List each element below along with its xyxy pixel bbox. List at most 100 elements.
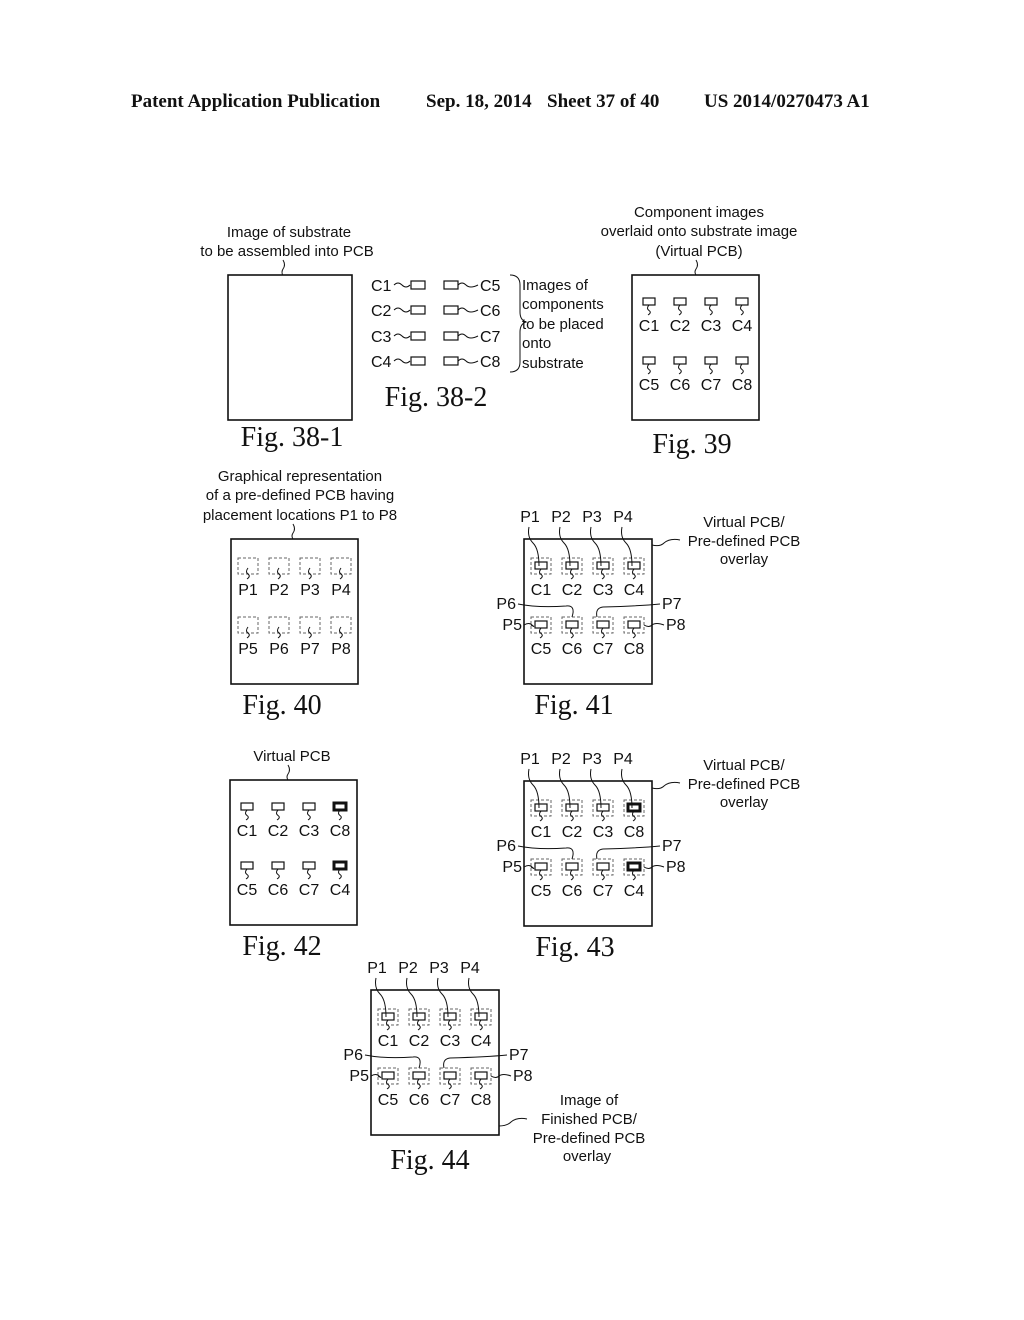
placement-location-label: P3 [300,582,320,599]
fig38-1-caption: Fig. 38-1 [241,422,344,453]
brace-label-line-1: Images of [522,277,589,294]
component-image-highlighted [332,801,348,812]
figure-40: Graphical representation of a pre-define… [203,468,397,721]
component-label: C2 [268,823,289,840]
brace-label-line-3: to be placed [522,316,604,333]
fig40-caption: Fig. 40 [242,690,321,721]
component-leader [457,307,479,313]
placement-location-label: P4 [613,751,633,768]
component-label: C6 [670,377,691,394]
component-image [410,305,426,315]
component-image [735,297,749,306]
brace-label-line-5: substrate [522,355,584,372]
component-label: C2 [562,582,583,599]
component-label: C2 [371,303,392,320]
virtual-pcb-board [631,274,760,421]
fig44-label-line-4: overlay [563,1148,612,1165]
fig43-label-line-2: Pre-defined PCB [688,776,801,793]
fig39-label-line-1: Component images [634,204,764,221]
figure-38-1: Image of substrate to be assembled into … [200,224,373,453]
patent-number: US 2014/0270473 A1 [704,91,870,112]
component-label: C4 [624,582,645,599]
component-label: C4 [371,354,392,371]
placement-location-label: P6 [496,838,516,855]
component-image [271,861,285,870]
component-label: C1 [237,823,258,840]
placement-location-label: P1 [238,582,258,599]
component-image [565,862,579,871]
fig43-caption: Fig. 43 [535,932,614,963]
placement-location-label: P6 [269,641,289,658]
fig43-leader-line [651,781,681,790]
component-image [443,305,459,315]
placement-location-label: P4 [460,960,480,977]
fig41-caption: Fig. 41 [534,690,613,721]
placement-location-label: P1 [520,751,540,768]
component-image [412,1012,426,1021]
figure-43: Virtual PCB/ Pre-defined PCB overlay Fig… [496,751,800,963]
component-image [704,297,718,306]
fig39-label-line-2: overlaid onto substrate image [601,223,798,240]
figure-39: Component images overlaid onto substrate… [601,204,798,460]
patent-drawing-sheet: Patent Application Publication Sep. 18, … [131,91,870,1176]
component-image [627,561,641,570]
component-label: C5 [531,641,552,658]
fig38-1-label-line-1: Image of substrate [227,224,351,241]
component-image [673,356,687,365]
component-image [565,561,579,570]
component-leader [457,358,479,364]
component-image [410,331,426,341]
component-label: C8 [624,641,645,658]
fig39-caption: Fig. 39 [652,429,731,460]
component-image [443,1012,457,1021]
component-image [412,1071,426,1080]
component-label: C7 [480,329,501,346]
component-label: C8 [471,1092,492,1109]
placement-location-label: P2 [398,960,418,977]
component-image [443,280,459,290]
fig44-label-line-3: Pre-defined PCB [533,1130,646,1147]
placement-location-label: P6 [343,1047,363,1064]
component-label: C3 [440,1033,461,1050]
component-image [410,280,426,290]
figure-42: Virtual PCB Fig. 42 C1 C2 C3 C8 C5 C6 C7 C4 [229,748,358,962]
fig40-label-line-1: Graphical representation [218,468,382,485]
component-image [474,1012,488,1021]
component-leader [457,282,479,288]
component-label: C8 [480,354,501,371]
placement-location-label: P1 [367,960,387,977]
brace-label-line-4: onto [522,335,551,352]
component-image [534,561,548,570]
brace-label-line-2: components [522,296,604,313]
component-image [443,1071,457,1080]
placement-location-label: P3 [582,751,602,768]
fig42-label: Virtual PCB [253,748,330,765]
component-label: C5 [378,1092,399,1109]
component-label: C8 [732,377,753,394]
placement-location-label: P2 [551,509,571,526]
component-label: C4 [330,882,351,899]
component-label: C6 [409,1092,430,1109]
component-label: C1 [371,278,392,295]
fig44-label-line-2: Finished PCB/ [541,1111,638,1128]
component-label: C7 [593,641,614,658]
substrate-image [227,274,353,421]
component-label: C1 [531,582,552,599]
placement-location-label: P5 [502,859,522,876]
figure-44: Image of Finished PCB/ Pre-defined PCB o… [343,960,645,1176]
fig42-leader-line [286,764,290,781]
component-label: C4 [624,883,645,900]
placement-location-label: P6 [496,596,516,613]
component-leader [393,358,411,364]
placement-location-label: P4 [331,582,351,599]
component-label: C1 [378,1033,399,1050]
figure-38-2: Fig. 38-2 Images of components to be pla… [371,274,604,413]
component-label: C7 [701,377,722,394]
component-image [381,1012,395,1021]
component-label: C3 [299,823,320,840]
component-label: C2 [409,1033,430,1050]
component-label: C7 [440,1092,461,1109]
placement-location-label: P2 [269,582,289,599]
component-image-highlighted [626,861,642,872]
component-image [565,620,579,629]
